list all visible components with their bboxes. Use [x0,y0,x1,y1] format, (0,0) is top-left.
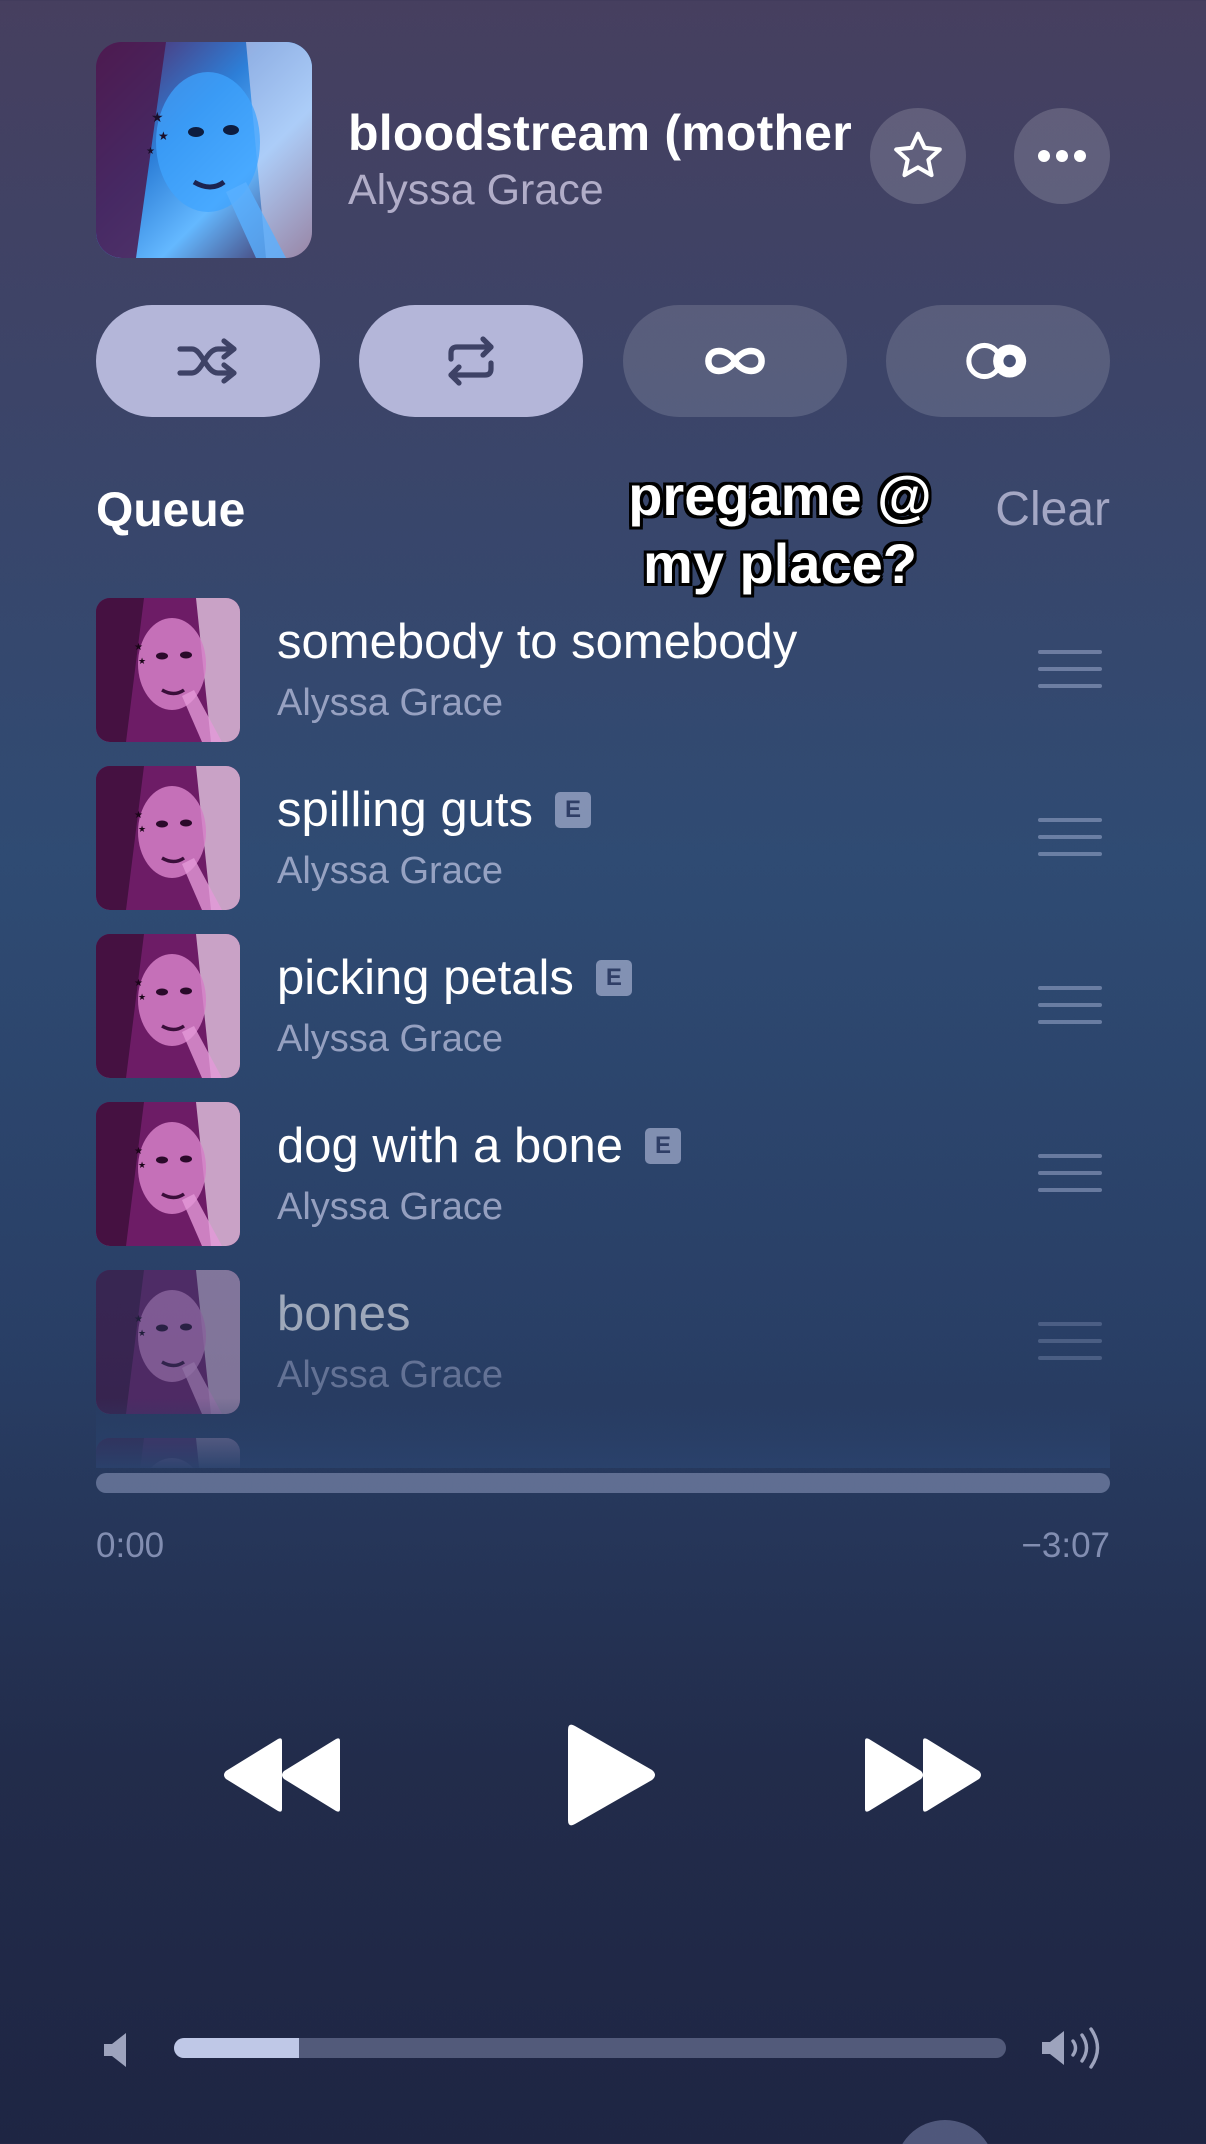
svg-text:★: ★ [146,146,155,157]
svg-text:★: ★ [134,978,143,989]
svg-text:★: ★ [138,656,146,666]
overlay-caption-line: my place? [643,532,917,595]
track-title: picking petals E [277,950,632,1006]
track-title-text: spilling guts [277,783,534,837]
time-remaining: −3:07 [1021,1526,1110,1565]
overlay-caption-line: pregame @ [628,464,932,527]
explicit-badge: E [645,1128,681,1164]
track-title: bones [277,1286,411,1342]
svg-text:★: ★ [134,1314,143,1325]
now-playing-header: ★ ★ ★ bloodstream (mother Alyssa Grace [96,42,1110,258]
track-title: somebody to somebody [277,614,797,670]
previous-track-button[interactable] [220,1710,345,1840]
track-artist: Alyssa Grace [277,1354,503,1396]
explicit-badge: E [555,792,592,828]
volume-slider[interactable] [174,2038,1006,2058]
svg-text:★: ★ [138,824,146,834]
reorder-handle-icon[interactable] [1038,1154,1102,1194]
track-title-text: somebody to somebody [277,615,798,669]
svg-text:★: ★ [151,109,164,125]
track-artwork-image: ★★ [96,598,240,742]
svg-text:★: ★ [158,129,169,143]
svg-text:★: ★ [138,1328,146,1338]
rewind-icon [224,1738,340,1812]
time-elapsed: 0:00 [96,1526,165,1565]
track-artist: Alyssa Grace [277,850,503,892]
track-artwork-image: ★★ [96,934,240,1078]
svg-text:★: ★ [138,1160,146,1170]
clear-queue-button[interactable]: Clear [995,482,1110,537]
favorite-button[interactable] [870,108,966,204]
track-title-text: bones [277,1287,411,1341]
play-button[interactable] [555,1710,665,1840]
speaker-high-icon [1042,2027,1100,2069]
track-artwork: ★★ [96,766,240,910]
track-artwork-image: ★★ [96,1102,240,1246]
transport-controls [0,1710,1206,1840]
queue-item[interactable]: ★ ★ picking petals E Alyssa Grace [96,934,1110,1078]
track-title: dog with a bone E [277,1118,681,1174]
track-artist: Alyssa Grace [277,1186,503,1228]
track-title-text: dog with a bone [277,1119,623,1173]
speaker-low-icon [104,2033,126,2067]
airplay-button[interactable] [895,2120,995,2144]
now-playing-title[interactable]: bloodstream (mother [348,104,948,162]
shuffle-button[interactable] [96,305,320,417]
playback-mode-bar [96,305,1110,417]
more-options-button[interactable] [1014,108,1110,204]
ellipsis-icon [1038,150,1086,162]
play-icon [568,1724,655,1826]
shuffle-icon [177,338,237,384]
repeat-icon [448,336,494,386]
svg-text:★: ★ [134,642,143,653]
track-artwork: ★★ [96,1102,240,1246]
autoplay-button[interactable] [623,305,847,417]
reorder-handle-icon[interactable] [1038,986,1102,1026]
reorder-handle-icon[interactable] [1038,818,1102,858]
repeat-button[interactable] [359,305,583,417]
crossfade-icon [966,342,1027,380]
crossfade-button[interactable] [886,305,1110,417]
infinity-icon [705,347,765,375]
track-artist: Alyssa Grace [277,1018,503,1060]
reorder-handle-icon[interactable] [1038,650,1102,690]
track-title-text: picking petals [277,951,574,1005]
queue-fade [96,1398,1110,1468]
svg-text:★: ★ [134,810,143,821]
overlay-caption: pregame @ my place? [590,462,970,598]
queue-list: ★ ★ somebody to somebody Alyssa Grace ★ ★ spil… [96,598,1110,1468]
star-icon [894,131,942,178]
playback-progress-bar[interactable] [96,1473,1110,1493]
explicit-badge: E [595,960,632,996]
queue-heading: Queue [96,484,246,537]
next-track-button[interactable] [860,1710,985,1840]
queue-item[interactable]: ★ ★ somebody to somebody Alyssa Grace [96,598,1110,742]
album-art-image: ★ ★ ★ [96,42,312,258]
track-artwork-image: ★★ [96,766,240,910]
now-playing-artist[interactable]: Alyssa Grace [348,166,604,215]
track-artwork: ★★ [96,934,240,1078]
svg-text:★: ★ [138,992,146,1002]
fast-forward-icon [865,1738,981,1812]
volume-slider-fill [174,2038,299,2058]
queue-item[interactable]: ★ ★ spilling guts E Alyssa Grace [96,766,1110,910]
queue-item[interactable]: ★ ★ bones Alyssa Grace [96,1270,1110,1414]
queue-item[interactable]: ★ ★ dog with a bone E Alyssa Grace [96,1102,1110,1246]
track-artwork: ★★ [96,1270,240,1414]
svg-text:★: ★ [134,1146,143,1157]
track-artwork-image: ★★ [96,1270,240,1414]
track-artwork: ★★ [96,598,240,742]
track-title: spilling guts E [277,782,592,838]
album-art[interactable]: ★ ★ ★ [96,42,312,258]
reorder-handle-icon[interactable] [1038,1322,1102,1362]
track-artist: Alyssa Grace [277,682,503,724]
